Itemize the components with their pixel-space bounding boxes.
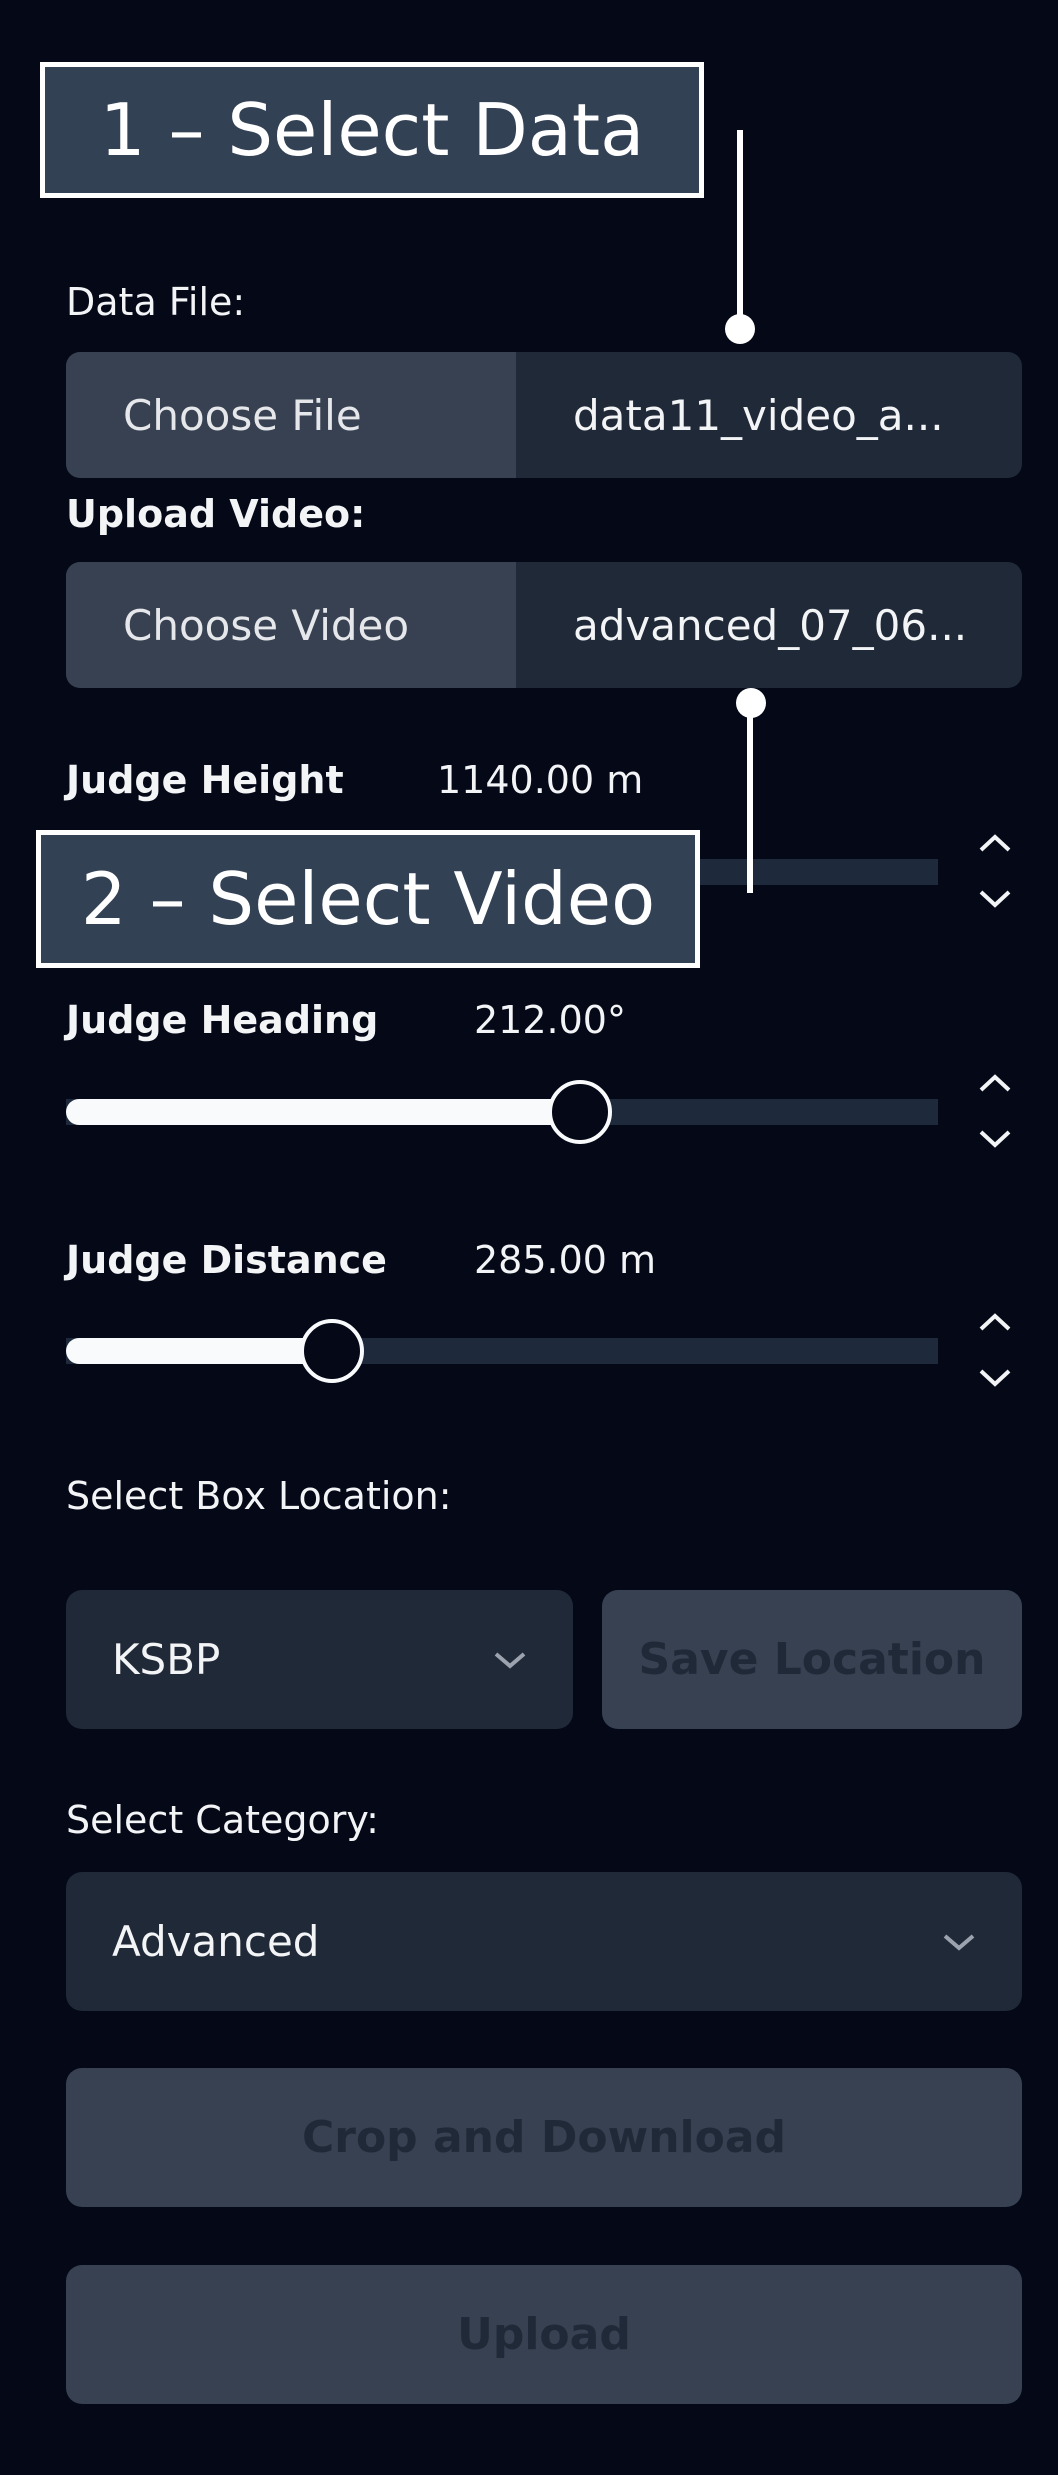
judge-heading-value: 212.00° <box>474 998 626 1042</box>
box-location-label: Select Box Location: <box>66 1474 452 1518</box>
judge-height-label: Judge Height <box>66 758 344 802</box>
chevron-down-icon <box>943 1933 975 1951</box>
data-file-name: data11_video_a... <box>573 390 944 440</box>
judge-heading-slider[interactable] <box>66 1080 938 1144</box>
annotation-step-1: 1 – Select Data <box>40 62 704 198</box>
category-select[interactable]: Advanced <box>66 1872 1022 2011</box>
data-file-label: Data File: <box>66 280 246 324</box>
annotation-connector-2 <box>747 703 753 893</box>
chevron-down-icon[interactable] <box>979 1130 1011 1148</box>
judge-distance-stepper[interactable] <box>975 1307 1015 1397</box>
judge-heading-label: Judge Heading <box>66 998 379 1042</box>
category-value: Advanced <box>112 1917 320 1966</box>
crop-and-download-button[interactable]: Crop and Download <box>66 2068 1022 2207</box>
data-file-input[interactable]: Choose File data11_video_a... <box>66 352 1022 478</box>
slider-thumb[interactable] <box>548 1080 613 1144</box>
judge-distance-slider[interactable] <box>66 1319 938 1383</box>
choose-file-button[interactable]: Choose File <box>66 352 516 478</box>
save-location-button[interactable]: Save Location <box>602 1590 1022 1729</box>
video-file-name: advanced_07_06... <box>573 600 968 650</box>
judge-height-stepper[interactable] <box>975 828 1015 918</box>
chevron-up-icon[interactable] <box>979 834 1011 852</box>
annotation-dot-1 <box>725 314 755 344</box>
annotation-connector-1 <box>737 130 743 328</box>
annotation-dot-2 <box>736 688 766 718</box>
chevron-down-icon <box>494 1651 526 1669</box>
judge-distance-value: 285.00 m <box>474 1238 657 1282</box>
judge-height-value: 1140.00 m <box>437 758 644 802</box>
video-file-input[interactable]: Choose Video advanced_07_06... <box>66 562 1022 688</box>
chevron-down-icon[interactable] <box>979 1369 1011 1387</box>
upload-button[interactable]: Upload <box>66 2265 1022 2404</box>
chevron-up-icon[interactable] <box>979 1074 1011 1092</box>
slider-fill <box>66 1099 581 1125</box>
box-location-value: KSBP <box>112 1635 221 1684</box>
chevron-down-icon[interactable] <box>979 890 1011 908</box>
choose-video-button[interactable]: Choose Video <box>66 562 516 688</box>
annotation-step-2: 2 – Select Video <box>36 830 700 968</box>
upload-video-label: Upload Video: <box>66 492 366 536</box>
box-location-select[interactable]: KSBP <box>66 1590 573 1729</box>
category-label: Select Category: <box>66 1798 379 1842</box>
chevron-up-icon[interactable] <box>979 1313 1011 1331</box>
slider-thumb[interactable] <box>299 1319 364 1383</box>
judge-distance-label: Judge Distance <box>66 1238 387 1282</box>
slider-fill <box>66 1338 332 1364</box>
judge-heading-stepper[interactable] <box>975 1068 1015 1158</box>
